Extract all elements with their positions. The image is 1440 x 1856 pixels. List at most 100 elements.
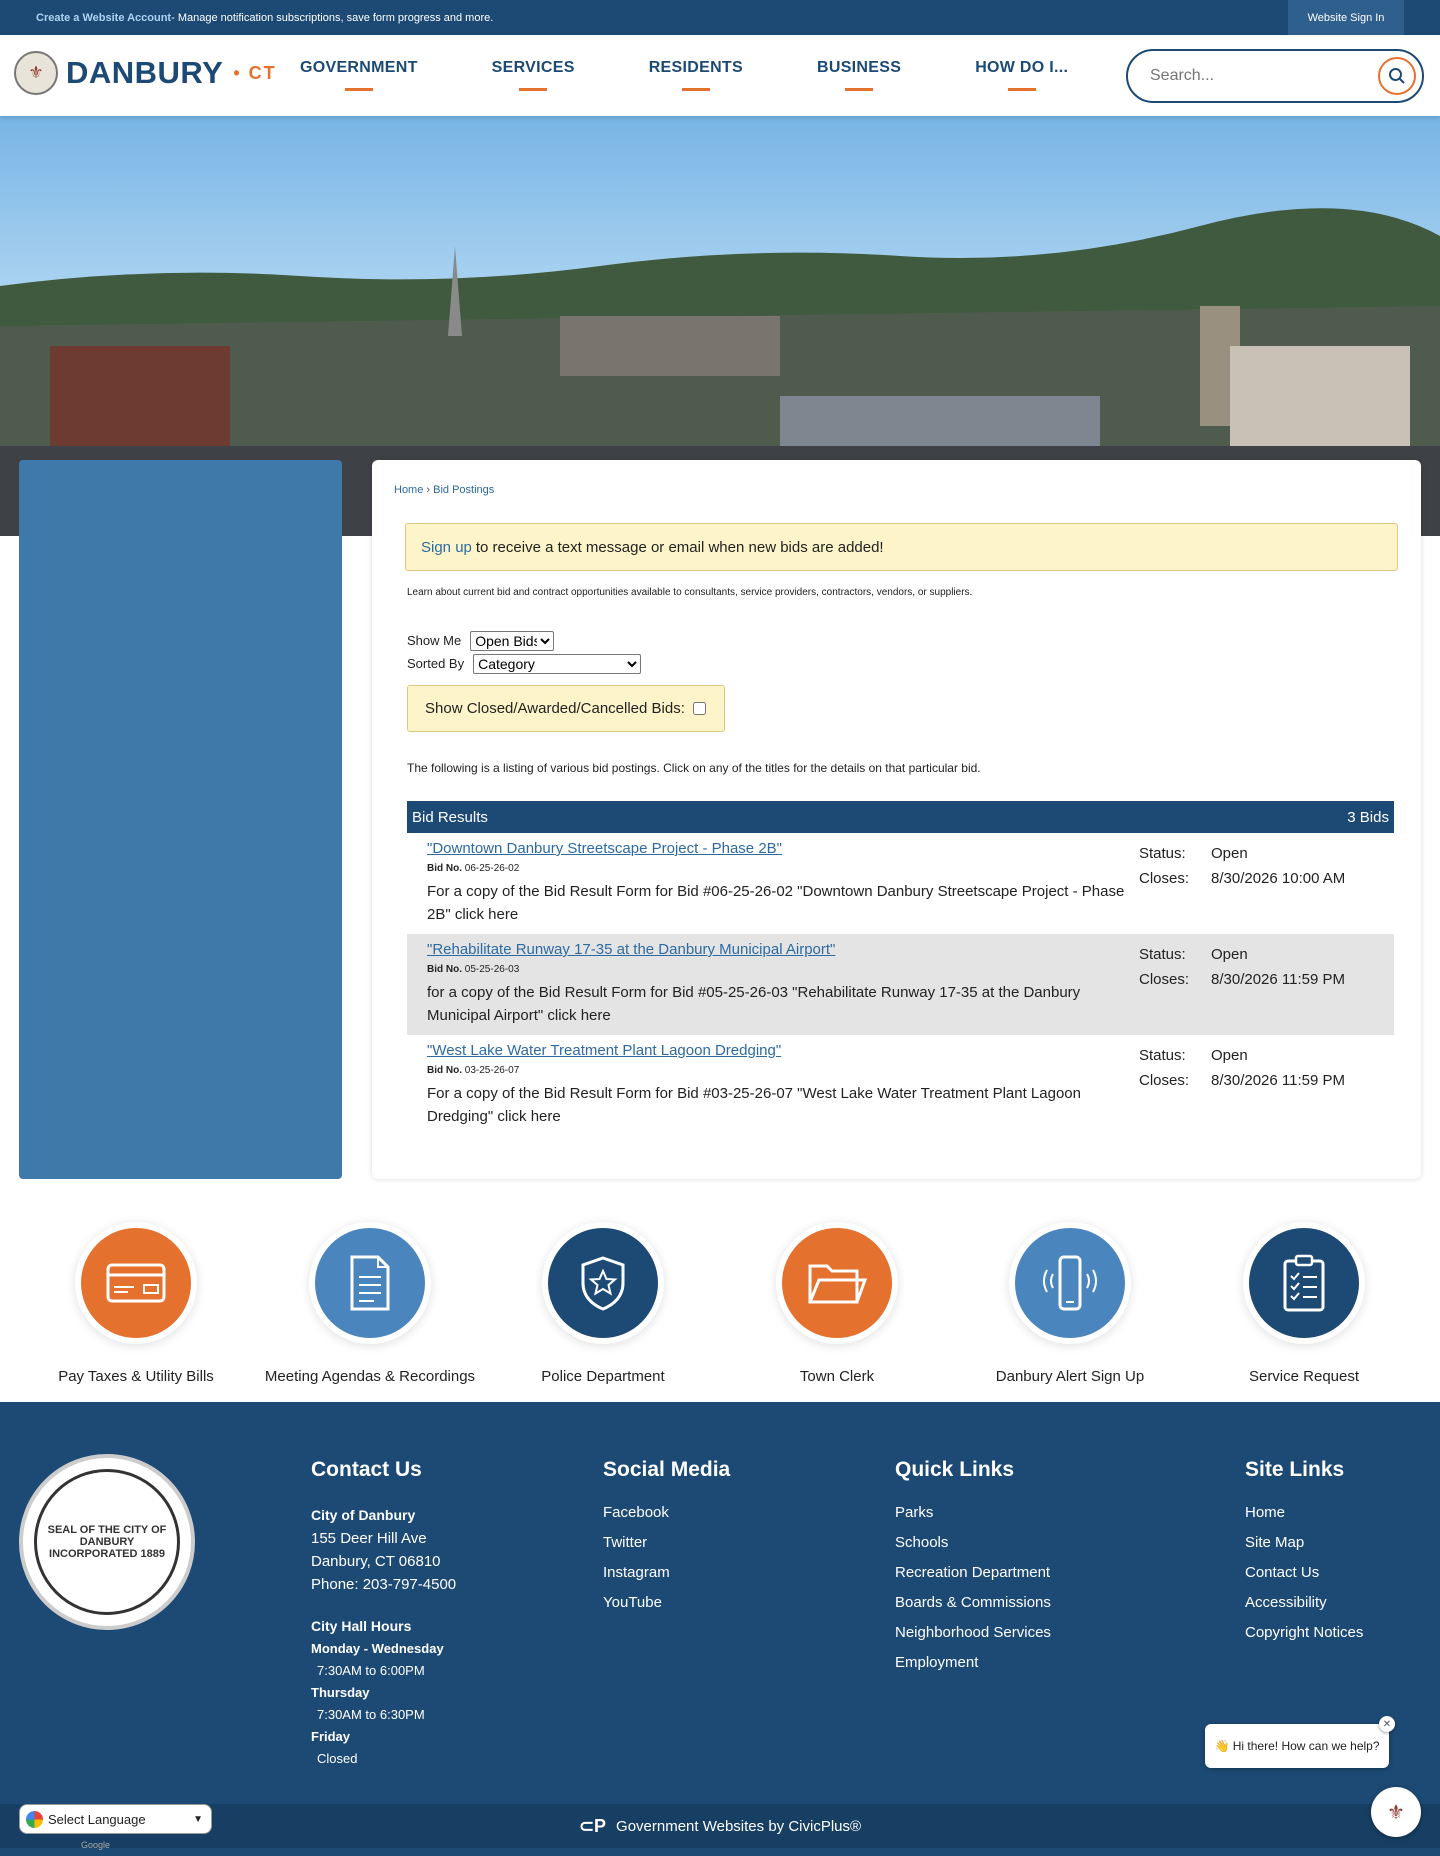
- site-links-heading: Site Links: [1245, 1458, 1345, 1481]
- language-select[interactable]: Select Language ▼: [19, 1804, 212, 1834]
- police-badge-icon: [581, 1256, 625, 1311]
- contact-heading: Contact Us: [311, 1458, 422, 1481]
- logo-suffix: • CT: [233, 62, 277, 83]
- nav-how-do-i[interactable]: HOW DO I...: [975, 59, 1068, 77]
- search-icon: [1389, 68, 1405, 84]
- breadcrumb-separator: ›: [426, 484, 431, 496]
- quick-link-label: Town Clerk: [799, 1368, 875, 1385]
- close-icon[interactable]: ✕: [1379, 1716, 1395, 1732]
- footer-link-parks[interactable]: Parks: [895, 1504, 1051, 1521]
- listing-text: The following is a listing of various bi…: [407, 761, 981, 775]
- quick-links-heading: Quick Links: [895, 1458, 1015, 1481]
- nav-services[interactable]: SERVICES: [492, 59, 575, 77]
- quick-link-town-clerk[interactable]: Town Clerk: [720, 1210, 954, 1385]
- bid-results-title: Bid Results: [412, 808, 488, 826]
- footer-link-schools[interactable]: Schools: [895, 1534, 1051, 1551]
- bid-description[interactable]: For a copy of the Bid Result Form for Bi…: [427, 1082, 1137, 1128]
- clipboard-icon: [1283, 1254, 1325, 1312]
- sorted-by-select[interactable]: Category: [473, 653, 642, 674]
- bid-row: "Downtown Danbury Streetscape Project - …: [407, 833, 1394, 934]
- bid-meta: Status: Open Closes: 8/30/2026 11:59 PM: [1137, 941, 1347, 993]
- bottom-bar: ⊂P Government Websites by CivicPlus®: [0, 1804, 1440, 1848]
- signup-notice: Sign up to receive a text message or ema…: [405, 523, 1398, 571]
- show-closed-box: Show Closed/Awarded/Cancelled Bids:: [407, 685, 725, 732]
- create-account-link[interactable]: Create a Website Account: [36, 12, 171, 24]
- breadcrumb-home[interactable]: Home: [394, 484, 423, 496]
- credit-card-icon: [106, 1263, 166, 1303]
- chevron-down-icon: ▼: [193, 1813, 203, 1825]
- signup-link[interactable]: Sign up: [421, 539, 472, 556]
- site-footer: SEAL OF THE CITY OF DANBURY INCORPORATED…: [0, 1402, 1440, 1856]
- intro-text: Learn about current bid and contract opp…: [407, 587, 973, 598]
- bid-meta: Status: Open Closes: 8/30/2026 11:59 PM: [1137, 1042, 1347, 1094]
- chat-greeting-text: 👋 Hi there! How can we help?: [1214, 1739, 1380, 1753]
- bid-description[interactable]: for a copy of the Bid Result Form for Bi…: [427, 981, 1137, 1027]
- nav-residents[interactable]: RESIDENTS: [649, 59, 743, 77]
- bid-meta: Status: Open Closes: 8/30/2026 10:00 AM: [1137, 840, 1347, 892]
- quick-link-meeting-agendas[interactable]: Meeting Agendas & Recordings: [253, 1210, 487, 1385]
- chat-greeting[interactable]: 👋 Hi there! How can we help? ✕: [1205, 1716, 1395, 1768]
- footer-link-contact[interactable]: Contact Us: [1245, 1564, 1363, 1581]
- footer-link-boards[interactable]: Boards & Commissions: [895, 1594, 1051, 1611]
- site-logo[interactable]: ⚜ DANBURY • CT: [14, 51, 277, 95]
- document-icon: [350, 1255, 390, 1311]
- quick-link-pay-taxes[interactable]: Pay Taxes & Utility Bills: [19, 1210, 253, 1385]
- civicplus-credit[interactable]: Government Websites by CivicPlus®: [616, 1818, 861, 1835]
- top-bar: Create a Website Account - Manage notifi…: [0, 0, 1440, 35]
- bid-results-header: Bid Results 3 Bids: [407, 801, 1394, 833]
- left-sidebar: [19, 460, 342, 1179]
- footer-link-facebook[interactable]: Facebook: [603, 1504, 730, 1521]
- website-sign-in-button[interactable]: Website Sign In: [1288, 0, 1404, 35]
- footer-link-instagram[interactable]: Instagram: [603, 1564, 730, 1581]
- footer-link-twitter[interactable]: Twitter: [603, 1534, 730, 1551]
- quick-link-label: Police Department: [541, 1368, 665, 1385]
- footer-link-home[interactable]: Home: [1245, 1504, 1363, 1521]
- bid-status: Open: [1211, 1047, 1248, 1064]
- footer-link-neighborhood[interactable]: Neighborhood Services: [895, 1624, 1051, 1641]
- language-select-label: Select Language: [48, 1811, 146, 1827]
- show-me-label: Show Me: [407, 633, 462, 648]
- create-account-description: - Manage notification subscriptions, sav…: [171, 11, 494, 24]
- folder-icon: [808, 1264, 867, 1304]
- footer-link-accessibility[interactable]: Accessibility: [1245, 1594, 1363, 1611]
- footer-link-recreation[interactable]: Recreation Department: [895, 1564, 1051, 1581]
- footer-quick-links: Quick Links Parks Schools Recreation Dep…: [895, 1458, 1051, 1684]
- bid-closes: 8/30/2026 11:59 PM: [1211, 971, 1345, 988]
- footer-social: Social Media Facebook Twitter Instagram …: [603, 1458, 730, 1624]
- contact-street: 155 Deer Hill Ave: [311, 1530, 427, 1547]
- footer-site-links: Site Links Home Site Map Contact Us Acce…: [1245, 1458, 1363, 1654]
- bid-row: "Rehabilitate Runway 17-35 at the Danbur…: [407, 934, 1394, 1035]
- sorted-by-label: Sorted By: [407, 656, 465, 671]
- bid-status: Open: [1211, 845, 1248, 862]
- social-heading: Social Media: [603, 1458, 731, 1481]
- bid-results: Bid Results 3 Bids "Downtown Danbury Str…: [407, 801, 1394, 1136]
- quick-link-service-request[interactable]: Service Request: [1187, 1210, 1421, 1385]
- search-button[interactable]: [1378, 57, 1416, 95]
- nav-business[interactable]: BUSINESS: [817, 59, 901, 77]
- footer-link-copyright[interactable]: Copyright Notices: [1245, 1624, 1363, 1641]
- footer-link-youtube[interactable]: YouTube: [603, 1594, 730, 1611]
- quick-link-label: Service Request: [1248, 1368, 1360, 1385]
- google-icon: [26, 1810, 43, 1828]
- show-closed-checkbox[interactable]: [692, 702, 706, 715]
- contact-city: Danbury, CT 06810: [311, 1553, 441, 1570]
- footer-link-site-map[interactable]: Site Map: [1245, 1534, 1363, 1551]
- quick-link-danbury-alert[interactable]: Danbury Alert Sign Up: [953, 1210, 1187, 1385]
- show-me-select[interactable]: Open Bids: [470, 630, 555, 651]
- bid-closes: 8/30/2026 11:59 PM: [1211, 1072, 1345, 1089]
- contact-phone: Phone: 203-797-4500: [311, 1576, 457, 1593]
- quick-link-police[interactable]: Police Department: [486, 1210, 720, 1385]
- quick-link-label: Meeting Agendas & Recordings: [264, 1368, 476, 1385]
- nav-government[interactable]: GOVERNMENT: [300, 59, 418, 77]
- bid-description[interactable]: For a copy of the Bid Result Form for Bi…: [427, 880, 1137, 926]
- chat-avatar-icon[interactable]: ⚜: [1371, 1787, 1421, 1837]
- search-box: [1126, 49, 1424, 103]
- breadcrumb: Home › Bid Postings: [394, 484, 494, 496]
- bid-row: "West Lake Water Treatment Plant Lagoon …: [407, 1035, 1394, 1136]
- search-input[interactable]: [1150, 67, 1370, 85]
- footer-link-employment[interactable]: Employment: [895, 1654, 1051, 1671]
- city-seal-text: SEAL OF THE CITY OF DANBURY INCORPORATED…: [34, 1469, 180, 1615]
- breadcrumb-bid-postings[interactable]: Bid Postings: [433, 484, 494, 496]
- city-seal-icon: ⚜: [14, 51, 58, 95]
- hours-heading: City Hall Hours: [311, 1618, 412, 1634]
